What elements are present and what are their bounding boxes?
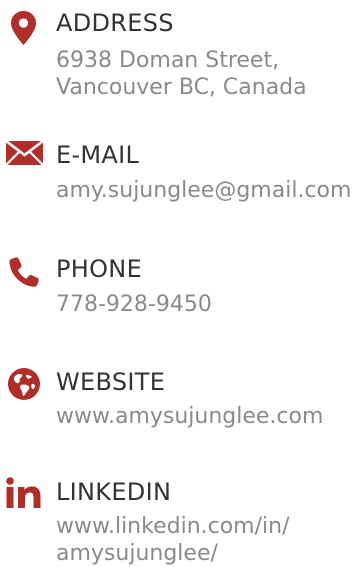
envelope-icon	[6, 141, 43, 165]
linkedin-icon	[6, 477, 41, 508]
address-line-1: 6938 Doman Street,	[56, 48, 280, 73]
address-heading: ADDRESS	[56, 9, 174, 37]
website-link[interactable]: www.amysujunglee.com	[56, 404, 323, 430]
address-line-2: Vancouver BC, Canada	[56, 75, 307, 100]
phone-icon	[9, 257, 39, 287]
email-heading: E-MAIL	[56, 141, 140, 169]
linkedin-link-line-2[interactable]: amysujunglee/	[56, 541, 218, 567]
map-pin-icon	[11, 10, 36, 45]
globe-icon	[8, 368, 40, 400]
linkedin-link-line-1[interactable]: www.linkedin.com/in/	[56, 514, 290, 540]
email-link[interactable]: amy.sujunglee@gmail.com	[56, 178, 351, 204]
phone-link[interactable]: 778-928-9450	[56, 292, 212, 318]
linkedin-heading: LINKEDIN	[56, 478, 172, 506]
phone-heading: PHONE	[56, 255, 143, 283]
website-heading: WEBSITE	[56, 368, 166, 396]
